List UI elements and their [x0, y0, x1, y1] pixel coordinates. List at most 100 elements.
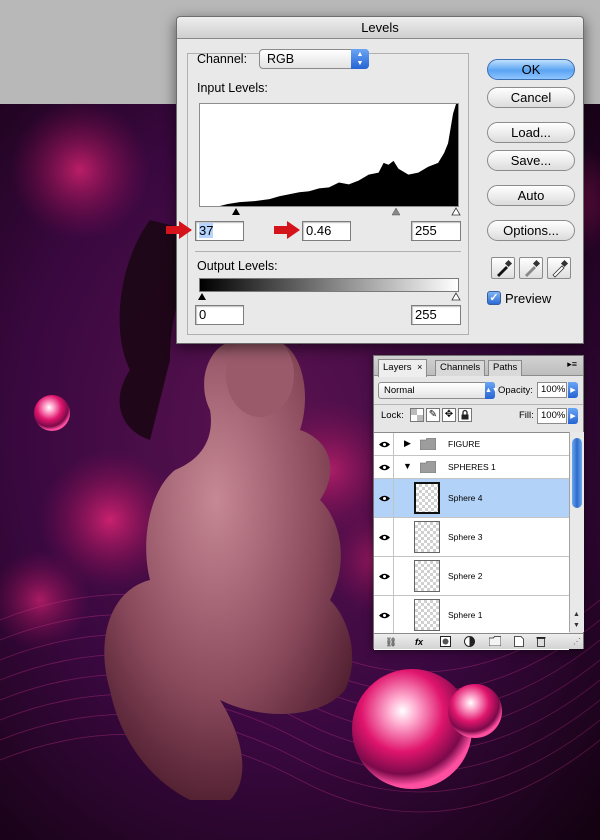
visibility-toggle[interactable]: [374, 596, 394, 634]
eyedropper-gray-icon: [525, 259, 541, 277]
eye-icon: [379, 612, 390, 619]
opacity-arrow-icon[interactable]: ▶: [568, 382, 578, 398]
lock-all-icon[interactable]: [458, 408, 472, 422]
scrollbar-thumb[interactable]: [572, 438, 582, 508]
output-levels-slider[interactable]: [197, 292, 461, 302]
gamma-slider: [391, 207, 401, 216]
layer-row-figure[interactable]: ▶ FIGURE: [374, 433, 569, 456]
layer-row-sphere-3[interactable]: Sphere 3: [374, 518, 569, 557]
tab-close-icon[interactable]: ×: [417, 362, 422, 372]
levels-titlebar[interactable]: Levels: [177, 17, 583, 39]
cancel-button[interactable]: Cancel: [487, 87, 575, 108]
folder-icon: [420, 461, 436, 473]
fill-value: 100%: [541, 410, 566, 421]
new-group-folder-icon[interactable]: [488, 636, 502, 648]
panel-menu-icon[interactable]: ▸≡: [567, 359, 577, 370]
layer-row-sphere-4[interactable]: Sphere 4: [374, 479, 569, 518]
fill-arrow-icon[interactable]: ▶: [568, 408, 578, 424]
opacity-label: Opacity:: [498, 385, 533, 396]
divider: [195, 251, 461, 252]
save-button[interactable]: Save...: [487, 150, 575, 171]
fill-field[interactable]: 100%: [537, 408, 567, 424]
scroll-up-icon[interactable]: ▲: [573, 611, 580, 618]
ok-button[interactable]: OK: [487, 59, 575, 80]
layer-row-sphere-2[interactable]: Sphere 2: [374, 557, 569, 596]
adjustment-layer-icon[interactable]: [462, 636, 476, 648]
expand-triangle-icon[interactable]: ▶: [404, 438, 411, 449]
tab-layers-label: Layers: [383, 362, 412, 373]
input-white-field[interactable]: 255: [411, 221, 461, 241]
channel-label: Channel:: [197, 52, 248, 66]
blend-mode-value: Normal: [384, 385, 415, 396]
eyedropper-white-icon: [552, 259, 569, 278]
lock-brush-icon[interactable]: ✎: [426, 408, 440, 422]
visibility-toggle[interactable]: [374, 479, 394, 517]
visibility-toggle[interactable]: [374, 433, 394, 455]
layer-name: SPHERES 1: [448, 462, 496, 472]
tab-paths-label: Paths: [493, 362, 518, 373]
input-black-field[interactable]: 37: [195, 221, 244, 241]
tab-layers[interactable]: Layers ×: [378, 359, 428, 377]
options-button[interactable]: Options...: [487, 220, 575, 241]
visibility-toggle[interactable]: [374, 456, 394, 478]
layer-style-fx-icon[interactable]: fx: [410, 636, 428, 648]
gray-eyedropper-button[interactable]: [519, 257, 543, 279]
add-mask-icon[interactable]: [438, 636, 452, 648]
input-levels-slider[interactable]: [199, 207, 461, 217]
input-gamma-value: 0.46: [306, 223, 332, 238]
lock-transparent-icon[interactable]: [410, 408, 424, 422]
select-updown-icon: ▲▼: [485, 382, 499, 399]
lock-label: Lock:: [381, 410, 404, 421]
layer-name: Sphere 1: [448, 610, 483, 620]
histogram: [199, 103, 459, 207]
resize-grip-icon[interactable]: ⋰: [573, 637, 581, 646]
output-gradient-bar: [199, 278, 459, 292]
delete-layer-trash-icon[interactable]: [534, 636, 548, 648]
auto-button[interactable]: Auto: [487, 185, 575, 206]
scroll-down-icon[interactable]: ▼: [573, 622, 580, 629]
black-eyedropper-button[interactable]: [491, 257, 515, 279]
eye-icon: [379, 464, 390, 471]
layer-name: Sphere 2: [448, 571, 483, 581]
ok-label: OK: [521, 62, 541, 77]
load-button[interactable]: Load...: [487, 122, 575, 143]
output-black-field[interactable]: 0: [195, 305, 244, 325]
levels-dialog: Levels Channel: RGB ▲ ▼ Input Levels: 37 …: [176, 16, 584, 344]
output-white-slider: [451, 292, 461, 301]
cancel-label: Cancel: [510, 90, 552, 105]
visibility-toggle[interactable]: [374, 518, 394, 556]
layers-scrollbar[interactable]: ▲ ▼: [569, 432, 584, 632]
white-eyedropper-button[interactable]: [547, 257, 571, 279]
layer-row-sphere-1[interactable]: Sphere 1: [374, 596, 569, 635]
output-levels-label: Output Levels:: [197, 259, 278, 273]
fill-label: Fill:: [519, 410, 534, 421]
input-levels-label: Input Levels:: [197, 81, 268, 95]
input-black-value: 37: [199, 223, 214, 238]
tab-paths[interactable]: Paths: [488, 360, 523, 376]
tab-channels[interactable]: Channels: [435, 360, 486, 376]
collapse-triangle-icon[interactable]: ▼: [403, 461, 412, 471]
tab-channels-label: Channels: [440, 362, 481, 373]
layer-name: Sphere 3: [448, 532, 483, 542]
eye-icon: [379, 495, 390, 502]
blend-mode-select[interactable]: Normal ▲▼: [378, 382, 499, 399]
annotation-arrow-gamma-icon: [274, 221, 300, 239]
channel-value: RGB: [267, 52, 295, 66]
layer-thumbnail: [414, 482, 440, 514]
opacity-field[interactable]: 100%: [537, 382, 567, 398]
new-layer-icon[interactable]: [512, 636, 526, 648]
input-gamma-field[interactable]: 0.46: [302, 221, 351, 241]
folder-icon: [420, 438, 436, 450]
lock-move-icon[interactable]: ✥: [442, 408, 456, 422]
levels-title: Levels: [361, 20, 399, 35]
eye-icon: [379, 534, 390, 541]
channel-select[interactable]: RGB ▲ ▼: [259, 49, 369, 69]
preview-checkbox[interactable]: ✓: [487, 291, 501, 305]
output-white-value: 255: [415, 307, 437, 322]
layer-row-spheres-1[interactable]: ▼ SPHERES 1: [374, 456, 569, 479]
output-white-field[interactable]: 255: [411, 305, 461, 325]
link-layers-icon[interactable]: ⛓: [382, 636, 400, 648]
select-updown-icon: ▲▼: [351, 49, 369, 69]
white-point-slider: [451, 207, 461, 216]
visibility-toggle[interactable]: [374, 557, 394, 595]
